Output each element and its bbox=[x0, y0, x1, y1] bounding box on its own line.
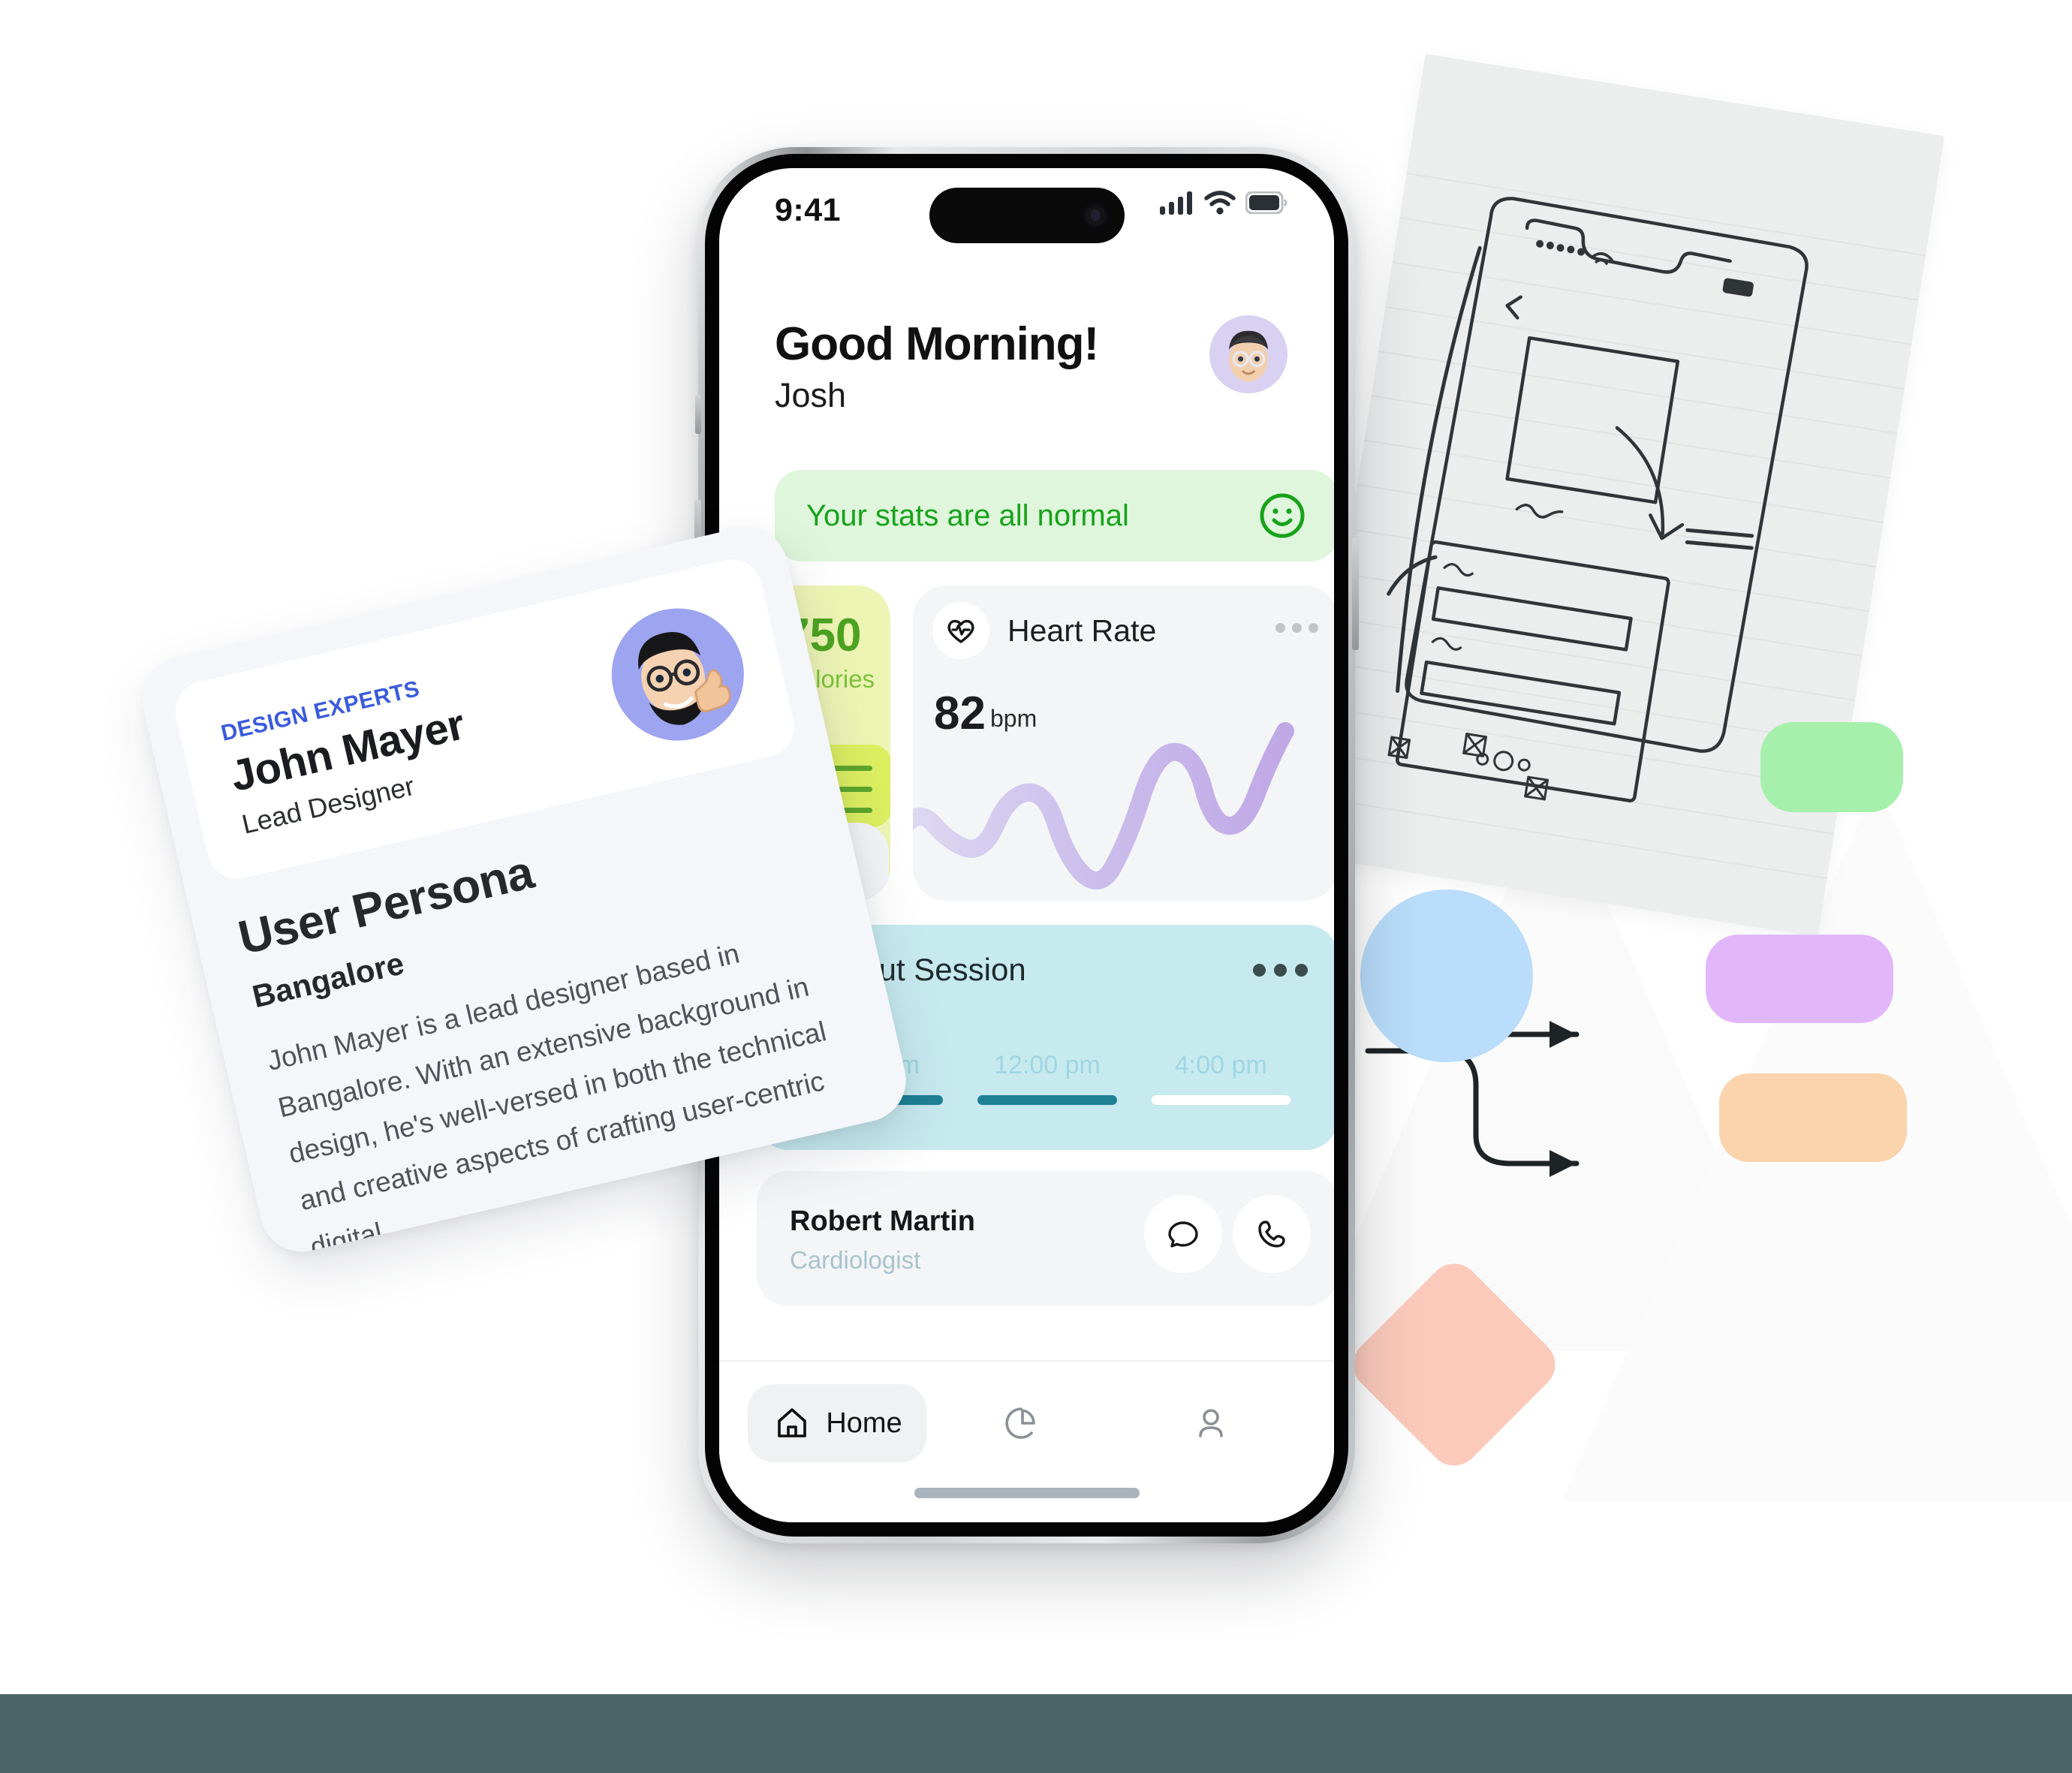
smiley-face-icon bbox=[1260, 493, 1305, 538]
flow-connectors bbox=[1307, 937, 1580, 1291]
purple-rounded-shape bbox=[1706, 935, 1893, 1023]
phone-icon bbox=[1258, 1221, 1285, 1248]
workout-slot-bar bbox=[1151, 1095, 1290, 1105]
persona-header-panel: DESIGN EXPERTS John Mayer Lead Designer bbox=[169, 553, 800, 885]
status-bar-time: 9:41 bbox=[775, 192, 842, 228]
home-icon bbox=[778, 1408, 807, 1437]
power-button[interactable] bbox=[1352, 537, 1359, 650]
page-footer-bar bbox=[0, 1694, 2072, 1773]
dynamic-island bbox=[929, 188, 1125, 243]
doctor-role: Cardiologist bbox=[790, 1246, 921, 1274]
message-button[interactable] bbox=[1144, 1195, 1222, 1273]
greeting-username: Josh bbox=[775, 376, 847, 414]
tab-home-label: Home bbox=[826, 1407, 902, 1439]
more-options-icon[interactable] bbox=[1253, 964, 1308, 977]
status-banner-text: Your stats are all normal bbox=[806, 498, 1129, 532]
green-rounded-shape bbox=[1760, 722, 1903, 812]
composition-stage: 9:41 Good Morning! Josh Your stats are a… bbox=[0, 0, 2072, 1773]
heart-rate-chart bbox=[913, 722, 1294, 890]
workout-slot-label: 4:00 pm bbox=[1174, 1051, 1267, 1079]
greeting-title: Good Morning! bbox=[775, 318, 1099, 370]
heart-pulse-icon bbox=[932, 602, 989, 659]
front-camera-icon bbox=[1082, 203, 1108, 228]
heart-rate-card[interactable]: Heart Rate 82 bpm bbox=[913, 585, 1334, 901]
cellular-signal-icon bbox=[1160, 191, 1192, 215]
orange-rounded-shape bbox=[1719, 1073, 1907, 1162]
status-bar: 9:41 bbox=[719, 168, 1334, 258]
greeting-block: Good Morning! Josh bbox=[775, 318, 1099, 414]
battery-icon bbox=[1245, 191, 1287, 214]
workout-slot[interactable]: 4:00 pm bbox=[1134, 1051, 1308, 1105]
user-avatar[interactable] bbox=[1209, 315, 1287, 393]
tab-home[interactable]: Home bbox=[748, 1384, 926, 1462]
workout-slot[interactable]: 12:00 pm bbox=[960, 1051, 1134, 1105]
more-options-icon[interactable] bbox=[1275, 623, 1318, 633]
blue-circle-shape bbox=[1360, 890, 1533, 1062]
heart-rate-title: Heart Rate bbox=[1007, 613, 1157, 648]
persona-avatar bbox=[598, 595, 757, 754]
call-button[interactable] bbox=[1233, 1195, 1311, 1273]
tab-stats[interactable] bbox=[926, 1384, 1116, 1462]
person-icon bbox=[1198, 1409, 1223, 1437]
bottom-tab-bar: Home bbox=[719, 1360, 1334, 1522]
workout-slot-label: 12:00 pm bbox=[994, 1051, 1101, 1079]
chat-bubble-icon bbox=[1168, 1221, 1198, 1248]
mute-switch[interactable] bbox=[695, 395, 701, 434]
doctor-card[interactable]: Robert Martin Cardiologist bbox=[757, 1171, 1334, 1306]
workout-slot-bar bbox=[977, 1095, 1117, 1105]
home-indicator[interactable] bbox=[914, 1488, 1140, 1498]
tab-profile[interactable] bbox=[1116, 1384, 1306, 1462]
pie-chart-icon bbox=[1005, 1407, 1036, 1439]
doctor-name: Robert Martin bbox=[790, 1206, 975, 1237]
wifi-icon bbox=[1204, 191, 1236, 215]
status-banner[interactable]: Your stats are all normal bbox=[775, 470, 1334, 561]
